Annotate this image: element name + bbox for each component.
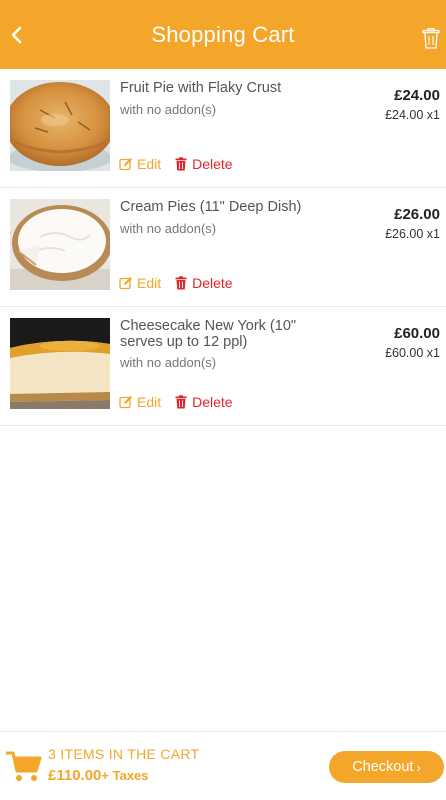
cart-item: Cheesecake New York (10" serves up to 12… (0, 307, 446, 426)
item-unit-price: £26.00 x1 (385, 227, 440, 241)
edit-icon (119, 396, 132, 409)
chevron-left-icon[interactable] (6, 24, 28, 46)
delete-button[interactable]: Delete (174, 394, 233, 410)
product-image-fruit-pie (10, 80, 110, 171)
cart-total-amount: £110.00 (48, 767, 102, 784)
cart-footer: 3 ITEMS IN THE CART £110.00+ Taxes Check… (0, 731, 446, 800)
item-price: £26.00 (394, 206, 440, 223)
page-title: Shopping Cart (151, 21, 295, 47)
delete-label: Delete (192, 394, 233, 410)
item-name: Cream Pies (11" Deep Dish) (120, 199, 302, 215)
trash-icon (175, 276, 187, 290)
delete-label: Delete (192, 275, 233, 291)
item-actions: Edit Delete (119, 275, 233, 291)
trash-icon[interactable] (422, 28, 440, 49)
delete-button[interactable]: Delete (174, 275, 233, 291)
edit-icon (119, 158, 132, 171)
delete-button[interactable]: Delete (174, 156, 233, 172)
item-actions: Edit Delete (119, 156, 233, 172)
cart-total: £110.00+ Taxes (48, 767, 149, 784)
taxes-label: + Taxes (101, 768, 149, 783)
edit-button[interactable]: Edit (119, 156, 161, 172)
item-addon: with no addon(s) (120, 221, 217, 236)
cart-item-count: 3 ITEMS IN THE CART (48, 746, 200, 762)
item-addon: with no addon(s) (120, 102, 217, 117)
edit-button[interactable]: Edit (119, 394, 161, 410)
checkout-button[interactable]: Checkout › (329, 751, 444, 783)
app-header: Shopping Cart (0, 0, 446, 69)
item-price: £24.00 (394, 87, 440, 104)
item-name: Fruit Pie with Flaky Crust (120, 80, 282, 96)
item-addon: with no addon(s) (120, 355, 217, 370)
product-image-cream-pie (10, 199, 110, 290)
item-price: £60.00 (394, 325, 440, 342)
cart-item: Cream Pies (11" Deep Dish) with no addon… (0, 188, 446, 307)
delete-label: Delete (192, 156, 233, 172)
edit-label: Edit (137, 394, 162, 410)
chevron-right-icon: › (416, 759, 421, 775)
checkout-label: Checkout (352, 759, 414, 775)
edit-icon (119, 277, 132, 290)
cart-item: Fruit Pie with Flaky Crust with no addon… (0, 69, 446, 188)
edit-label: Edit (137, 275, 162, 291)
item-unit-price: £60.00 x1 (385, 346, 440, 360)
edit-button[interactable]: Edit (119, 275, 161, 291)
item-name: Cheesecake New York (10" serves up to 12… (120, 318, 297, 350)
product-image-cheesecake (10, 318, 110, 409)
item-actions: Edit Delete (119, 394, 233, 410)
trash-icon (175, 157, 187, 171)
item-unit-price: £24.00 x1 (385, 108, 440, 122)
edit-label: Edit (137, 156, 162, 172)
shopping-cart-icon (6, 751, 42, 781)
trash-icon (175, 395, 187, 409)
